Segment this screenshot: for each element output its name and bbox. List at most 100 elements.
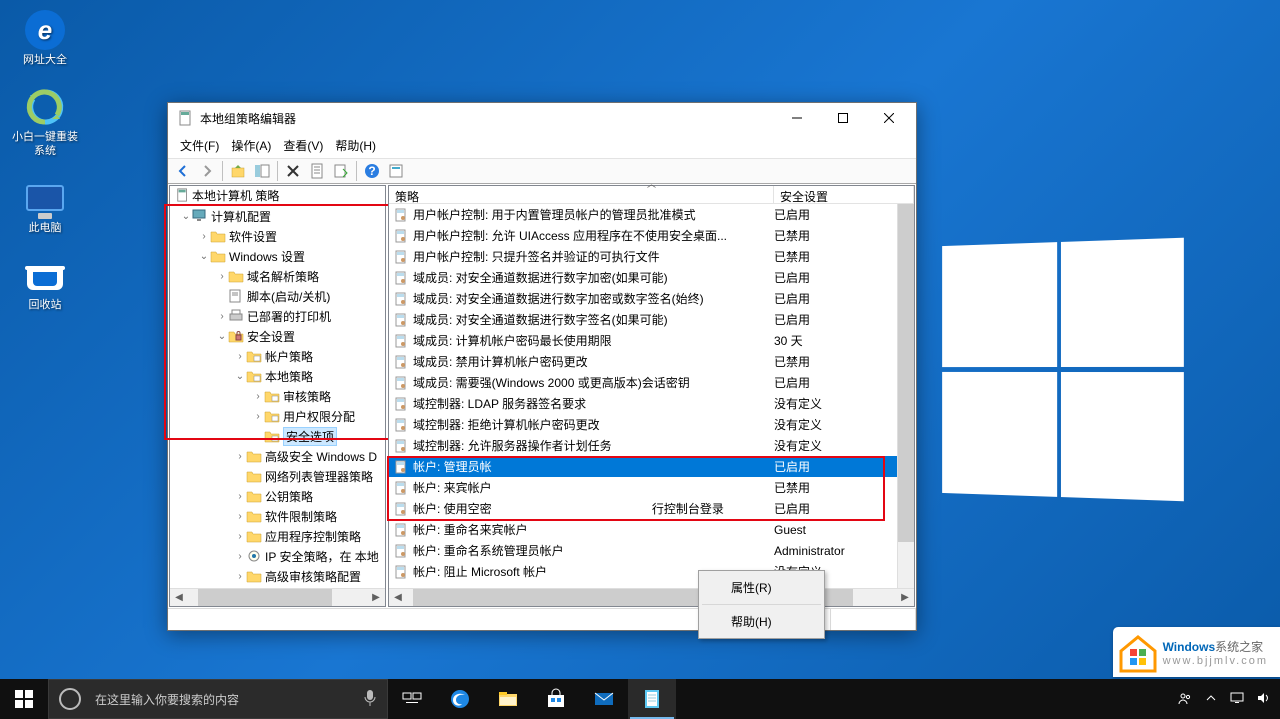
context-menu-properties[interactable]: 属性(R) — [701, 573, 822, 602]
list-row[interactable]: 域成员: 需要强(Windows 2000 或更高版本)会话密钥已启用 — [389, 372, 914, 393]
toolbar: ? — [168, 158, 916, 184]
list-row[interactable]: 帐户: 来宾帐户已禁用 — [389, 477, 914, 498]
tree-item[interactable]: ›审核策略 — [170, 386, 385, 406]
column-policy[interactable]: 策略 — [389, 186, 774, 203]
tree-item[interactable]: 网络列表管理器策略 — [170, 466, 385, 486]
ie-icon: e — [25, 10, 65, 50]
export-button[interactable] — [330, 160, 352, 182]
taskbar-explorer[interactable] — [484, 679, 532, 719]
properties-button[interactable] — [306, 160, 328, 182]
tree-item[interactable]: 安全选项 — [170, 426, 385, 446]
tree-item[interactable]: ⌄计算机配置 — [170, 206, 385, 226]
maximize-button[interactable] — [820, 103, 866, 133]
tree-root-label: 本地计算机 策略 — [192, 187, 279, 204]
show-hide-tree-button[interactable] — [251, 160, 273, 182]
tree-scrollbar-horizontal[interactable]: ◀▶ — [170, 588, 385, 606]
list-row[interactable]: 域控制器: LDAP 服务器签名要求没有定义 — [389, 393, 914, 414]
menu-action[interactable]: 操作(A) — [225, 134, 277, 157]
list-row[interactable]: 用户帐户控制: 用于内置管理员帐户的管理员批准模式已启用 — [389, 204, 914, 225]
tree-header[interactable]: 本地计算机 策略 — [170, 186, 385, 204]
desktop-icon-label: 网址大全 — [23, 53, 67, 67]
desktop-icon-recycle-bin[interactable]: 回收站 — [10, 255, 80, 312]
search-box[interactable]: 在这里输入你要搜索的内容 — [48, 679, 388, 719]
tree-item[interactable]: ›域名解析策略 — [170, 266, 385, 286]
list-scrollbar-horizontal[interactable]: ◀▶ — [389, 588, 914, 606]
task-view-button[interactable] — [388, 679, 436, 719]
tree-item[interactable]: ›软件设置 — [170, 226, 385, 246]
tree[interactable]: ⌄计算机配置›软件设置⌄Windows 设置›域名解析策略 脚本(启动/关机)›… — [170, 204, 385, 588]
list-row[interactable]: 帐户: 重命名来宾帐户Guest — [389, 519, 914, 540]
mic-icon[interactable] — [363, 689, 377, 710]
list-row[interactable]: 帐户: 重命名系统管理员帐户Administrator — [389, 540, 914, 561]
context-menu-help[interactable]: 帮助(H) — [701, 607, 822, 636]
tree-item[interactable]: ›IP 安全策略，在 本地 — [170, 546, 385, 566]
list-pane: ︿ 策略 安全设置 用户帐户控制: 用于内置管理员帐户的管理员批准模式已启用用户… — [388, 185, 915, 607]
tree-item[interactable]: ⌄本地策略 — [170, 366, 385, 386]
scroll-up-icon[interactable]: ︿ — [647, 177, 656, 190]
close-button[interactable] — [866, 103, 912, 133]
back-button[interactable] — [172, 160, 194, 182]
window-title: 本地组策略编辑器 — [200, 110, 774, 127]
forward-button[interactable] — [196, 160, 218, 182]
tree-item[interactable]: ⌄Windows 设置 — [170, 246, 385, 266]
taskbar-mail[interactable] — [580, 679, 628, 719]
desktop-icon-url-nav[interactable]: e 网址大全 — [10, 10, 80, 67]
list-row[interactable]: 用户帐户控制: 只提升签名并验证的可执行文件已禁用 — [389, 246, 914, 267]
system-tray — [1168, 679, 1280, 719]
list-row[interactable]: 帐户: 使用空密________________________行控制台登录已启… — [389, 498, 914, 519]
minimize-button[interactable] — [774, 103, 820, 133]
desktop-icon-label: 回收站 — [29, 298, 62, 312]
list-row[interactable]: 域成员: 对安全通道数据进行数字加密(如果可能)已启用 — [389, 267, 914, 288]
help-button[interactable]: ? — [361, 160, 383, 182]
gpedit-window: 本地组策略编辑器 文件(F) 操作(A) 查看(V) 帮助(H) ? 本地计算机… — [167, 102, 917, 631]
desktop-icon-reinstall[interactable]: 小白一键重装系统 — [10, 87, 80, 158]
tray-chevron-up-icon[interactable] — [1204, 691, 1218, 708]
watermark-line2: www.bjjmlv.com — [1163, 655, 1268, 667]
taskbar-edge[interactable] — [436, 679, 484, 719]
list-row[interactable]: 帐户: 管理员帐已启用 — [389, 456, 914, 477]
watermark: Windows系统之家 www.bjjmlv.com — [1113, 627, 1280, 677]
list-row[interactable]: 用户帐户控制: 允许 UIAccess 应用程序在不使用安全桌面...已禁用 — [389, 225, 914, 246]
watermark-line1b: 系统之家 — [1215, 640, 1263, 654]
taskbar-store[interactable] — [532, 679, 580, 719]
tray-people-icon[interactable] — [1178, 691, 1192, 708]
desktop-icons-area: e 网址大全 小白一键重装系统 此电脑 回收站 — [10, 10, 80, 312]
delete-button[interactable] — [282, 160, 304, 182]
desktop-icon-label: 小白一键重装系统 — [10, 130, 80, 158]
list-scrollbar-vertical[interactable] — [897, 204, 914, 588]
tree-item[interactable]: ›软件限制策略 — [170, 506, 385, 526]
filter-button[interactable] — [385, 160, 407, 182]
policy-list[interactable]: 用户帐户控制: 用于内置管理员帐户的管理员批准模式已启用用户帐户控制: 允许 U… — [389, 204, 914, 588]
up-button[interactable] — [227, 160, 249, 182]
tree-item[interactable]: ›已部署的打印机 — [170, 306, 385, 326]
menu-help[interactable]: 帮助(H) — [329, 134, 382, 157]
column-setting[interactable]: 安全设置 — [774, 186, 914, 203]
tree-item[interactable]: ›高级安全 Windows D — [170, 446, 385, 466]
tree-item[interactable]: ›用户权限分配 — [170, 406, 385, 426]
menu-view[interactable]: 查看(V) — [277, 134, 329, 157]
watermark-logo-icon — [1113, 627, 1163, 677]
tree-item[interactable]: ⌄安全设置 — [170, 326, 385, 346]
list-row[interactable]: 域成员: 禁用计算机帐户密码更改已禁用 — [389, 351, 914, 372]
titlebar[interactable]: 本地组策略编辑器 — [168, 103, 916, 133]
tray-network-icon[interactable] — [1230, 691, 1244, 708]
tree-item[interactable]: ›公钥策略 — [170, 486, 385, 506]
taskbar-notepad[interactable] — [628, 679, 676, 719]
list-row[interactable]: 域成员: 对安全通道数据进行数字签名(如果可能)已启用 — [389, 309, 914, 330]
tree-item[interactable]: ›帐户策略 — [170, 346, 385, 366]
list-row[interactable]: 帐户: 阻止 Microsoft 帐户没有定义 — [389, 561, 914, 582]
start-button[interactable] — [0, 679, 48, 719]
tray-volume-icon[interactable] — [1256, 691, 1270, 708]
menubar: 文件(F) 操作(A) 查看(V) 帮助(H) — [168, 133, 916, 158]
list-row[interactable]: 域控制器: 拒绝计算机帐户密码更改没有定义 — [389, 414, 914, 435]
reinstall-icon — [25, 87, 65, 127]
tree-item[interactable]: ›应用程序控制策略 — [170, 526, 385, 546]
tree-pane: 本地计算机 策略 ⌄计算机配置›软件设置⌄Windows 设置›域名解析策略 脚… — [169, 185, 386, 607]
tree-item[interactable]: 脚本(启动/关机) — [170, 286, 385, 306]
menu-file[interactable]: 文件(F) — [174, 134, 225, 157]
list-row[interactable]: 域成员: 对安全通道数据进行数字加密或数字签名(始终)已启用 — [389, 288, 914, 309]
list-row[interactable]: 域控制器: 允许服务器操作者计划任务没有定义 — [389, 435, 914, 456]
list-row[interactable]: 域成员: 计算机帐户密码最长使用期限30 天 — [389, 330, 914, 351]
tree-item[interactable]: ›高级审核策略配置 — [170, 566, 385, 586]
desktop-icon-this-pc[interactable]: 此电脑 — [10, 178, 80, 235]
